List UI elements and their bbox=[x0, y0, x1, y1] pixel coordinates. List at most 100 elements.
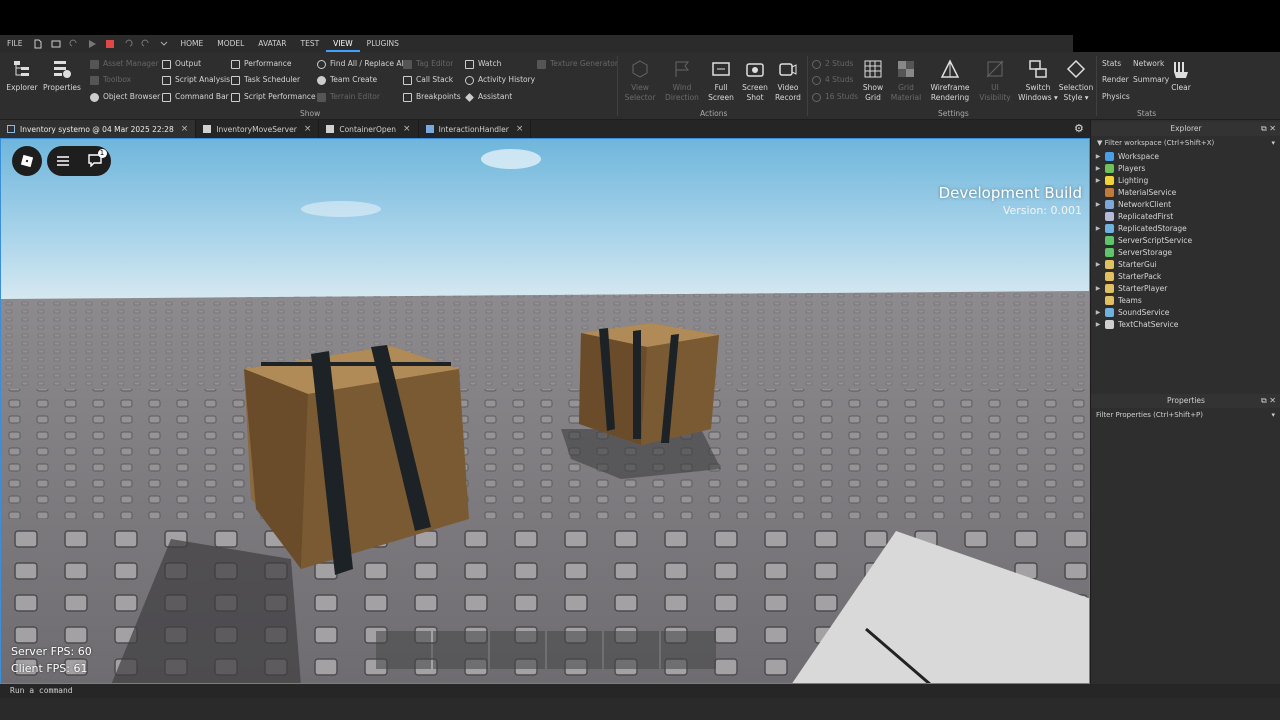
view-selector-button[interactable]: View Selector bbox=[620, 56, 660, 103]
expand-arrow-icon[interactable]: ▶ bbox=[1091, 177, 1105, 184]
tree-item[interactable]: ServerStorage bbox=[1091, 246, 1172, 258]
script-performance-button[interactable]: Script Performance bbox=[231, 90, 316, 104]
assistant-button[interactable]: Assistant bbox=[465, 90, 512, 104]
wind-direction-button[interactable]: Wind Direction bbox=[662, 56, 702, 103]
close-icon[interactable]: × bbox=[304, 124, 312, 134]
tree-item[interactable]: ▶ ReplicatedStorage bbox=[1091, 222, 1187, 234]
script-analysis-button[interactable]: Script Analysis bbox=[162, 73, 230, 87]
panel-window-icons[interactable]: ⧉ ✕ bbox=[1261, 394, 1276, 408]
find-all-button[interactable]: Find All / Replace All bbox=[317, 57, 406, 71]
tree-item[interactable]: ReplicatedFirst bbox=[1091, 210, 1173, 222]
tree-item[interactable]: ServerScriptService bbox=[1091, 234, 1192, 246]
explorer-filter-input[interactable]: ▼ Filter workspace (Ctrl+Shift+X) ▾ bbox=[1091, 137, 1280, 149]
tree-item[interactable]: ▶ NetworkClient bbox=[1091, 198, 1171, 210]
gear-icon[interactable]: ⚙ bbox=[1074, 122, 1086, 135]
expand-arrow-icon[interactable]: ▶ bbox=[1091, 309, 1105, 316]
studs-16-option[interactable]: 16 Studs bbox=[812, 90, 858, 104]
performance-button[interactable]: Performance bbox=[231, 57, 292, 71]
tree-item[interactable]: ▶ SoundService bbox=[1091, 306, 1169, 318]
wireframe-rendering-button[interactable]: Wireframe Rendering bbox=[928, 56, 972, 103]
menu-plugins[interactable]: PLUGINS bbox=[360, 35, 406, 52]
explorer-button[interactable]: Explorer bbox=[2, 56, 42, 93]
expand-arrow-icon[interactable]: ▶ bbox=[1091, 201, 1105, 208]
hotbar-slot[interactable] bbox=[547, 631, 602, 669]
clear-stats-button[interactable]: Clear bbox=[1162, 56, 1200, 93]
new-file-icon[interactable] bbox=[33, 39, 43, 49]
stats-button[interactable]: Stats bbox=[1102, 57, 1121, 71]
tree-item[interactable]: ▶ Workspace bbox=[1091, 150, 1159, 162]
tree-item[interactable]: ▶ TextChatService bbox=[1091, 318, 1178, 330]
grid-material-button[interactable]: Grid Material bbox=[886, 56, 926, 103]
expand-arrow-icon[interactable]: ▶ bbox=[1091, 165, 1105, 172]
hotbar-slot[interactable] bbox=[376, 631, 431, 669]
expand-arrow-icon[interactable]: ▶ bbox=[1091, 153, 1105, 160]
hotbar-slot[interactable] bbox=[604, 631, 659, 669]
3d-viewport[interactable] bbox=[0, 138, 1090, 684]
activity-history-button[interactable]: Activity History bbox=[465, 73, 535, 87]
breakpoints-button[interactable]: Breakpoints bbox=[403, 90, 461, 104]
chevron-down-icon[interactable]: ▾ bbox=[1271, 409, 1275, 421]
ui-visibility-button[interactable]: UI Visibility bbox=[975, 56, 1015, 103]
expand-arrow-icon[interactable]: ▶ bbox=[1091, 261, 1105, 268]
undo-icon[interactable] bbox=[123, 39, 133, 49]
tree-item[interactable]: MaterialService bbox=[1091, 186, 1176, 198]
tree-item[interactable]: ▶ StarterGui bbox=[1091, 258, 1157, 270]
stop-icon[interactable] bbox=[105, 39, 115, 49]
tab-interaction-handler[interactable]: InteractionHandler × bbox=[419, 120, 532, 138]
close-icon[interactable]: × bbox=[181, 124, 189, 134]
open-icon[interactable] bbox=[51, 39, 61, 49]
properties-filter-input[interactable]: Filter Properties (Ctrl+Shift+P) ▾ bbox=[1091, 409, 1280, 421]
play-icon[interactable] bbox=[87, 39, 97, 49]
tag-editor-button[interactable]: Tag Editor bbox=[403, 57, 453, 71]
close-icon[interactable]: × bbox=[403, 124, 411, 134]
redo2-icon[interactable] bbox=[141, 39, 151, 49]
command-bar-button[interactable]: Command Bar bbox=[162, 90, 229, 104]
redo-icon[interactable] bbox=[69, 39, 79, 49]
terrain-editor-button[interactable]: Terrain Editor bbox=[317, 90, 380, 104]
chat-button[interactable]: 1 bbox=[87, 149, 107, 169]
more-arrow-icon[interactable] bbox=[159, 39, 169, 49]
physics-button[interactable]: Physics bbox=[1102, 90, 1130, 104]
watch-button[interactable]: Watch bbox=[465, 57, 501, 71]
tree-item[interactable]: Teams bbox=[1091, 294, 1142, 306]
switch-windows-button[interactable]: Switch Windows ▾ bbox=[1018, 56, 1058, 103]
menu-home[interactable]: HOME bbox=[173, 35, 210, 52]
tree-item[interactable]: ▶ StarterPlayer bbox=[1091, 282, 1167, 294]
object-browser-button[interactable]: Object Browser bbox=[90, 90, 160, 104]
hamburger-menu-icon[interactable] bbox=[56, 155, 70, 167]
network-button[interactable]: Network bbox=[1133, 57, 1164, 71]
expand-arrow-icon[interactable]: ▶ bbox=[1091, 285, 1105, 292]
call-stack-button[interactable]: Call Stack bbox=[403, 73, 453, 87]
toolbox-button[interactable]: Toolbox bbox=[90, 73, 131, 87]
properties-button[interactable]: Properties bbox=[42, 56, 82, 93]
task-scheduler-button[interactable]: Task Scheduler bbox=[231, 73, 300, 87]
close-icon[interactable]: × bbox=[516, 124, 524, 134]
texture-generator-button[interactable]: Texture Generator bbox=[537, 57, 618, 71]
expand-arrow-icon[interactable]: ▶ bbox=[1091, 321, 1105, 328]
tab-container-open[interactable]: ContainerOpen × bbox=[319, 120, 419, 138]
hotbar-slot[interactable] bbox=[490, 631, 545, 669]
tab-place[interactable]: Inventory systemo @ 04 Mar 2025 22:28 × bbox=[0, 120, 197, 138]
studs-4-option[interactable]: 4 Studs bbox=[812, 73, 853, 87]
tab-inventory-move-server[interactable]: InventoryMoveServer × bbox=[196, 120, 320, 138]
menu-test[interactable]: TEST bbox=[294, 35, 327, 52]
video-record-button[interactable]: Video Record bbox=[768, 56, 808, 103]
menu-view[interactable]: VIEW bbox=[326, 35, 360, 52]
menu-file[interactable]: FILE bbox=[0, 35, 29, 52]
hotbar-slot[interactable] bbox=[433, 631, 488, 669]
tree-item[interactable]: ▶ Players bbox=[1091, 162, 1145, 174]
output-button[interactable]: Output bbox=[162, 57, 201, 71]
hotbar-slot[interactable] bbox=[661, 631, 716, 669]
menu-avatar[interactable]: AVATAR bbox=[251, 35, 293, 52]
team-create-button[interactable]: Team Create bbox=[317, 73, 377, 87]
studs-2-option[interactable]: 2 Studs bbox=[812, 57, 853, 71]
expand-arrow-icon[interactable]: ▶ bbox=[1091, 225, 1105, 232]
chevron-down-icon[interactable]: ▾ bbox=[1271, 137, 1275, 149]
tree-item[interactable]: StarterPack bbox=[1091, 270, 1161, 282]
render-button[interactable]: Render bbox=[1102, 73, 1129, 87]
panel-window-icons[interactable]: ⧉ ✕ bbox=[1261, 122, 1276, 136]
menu-model[interactable]: MODEL bbox=[210, 35, 251, 52]
selection-style-button[interactable]: Selection Style ▾ bbox=[1056, 56, 1096, 103]
tree-item[interactable]: ▶ Lighting bbox=[1091, 174, 1148, 186]
command-bar-input[interactable]: Run a command bbox=[0, 684, 1280, 698]
